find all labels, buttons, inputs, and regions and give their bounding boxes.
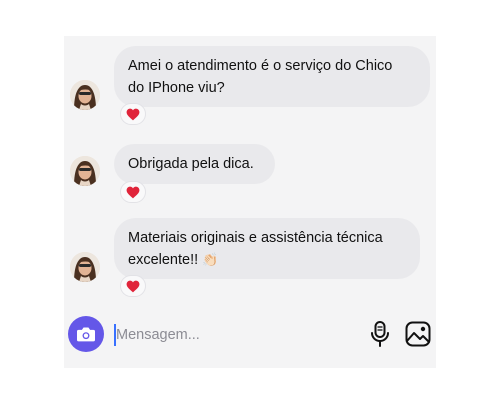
message-text-line: do IPhone viu? bbox=[128, 80, 225, 96]
avatar[interactable] bbox=[70, 252, 100, 282]
message-text-line: Obrigada pela dica. bbox=[128, 156, 254, 172]
message-text-line: Amei o atendimento é o serviço do Chico bbox=[128, 58, 393, 74]
image-gallery-icon bbox=[405, 321, 431, 347]
message-composer bbox=[64, 308, 436, 364]
message-text: excelente!! bbox=[128, 252, 199, 268]
avatar[interactable] bbox=[70, 156, 100, 186]
message-bubble[interactable]: Amei o atendimento é o serviço do Chico … bbox=[114, 46, 430, 107]
message-input[interactable] bbox=[114, 324, 346, 346]
reaction-badge[interactable] bbox=[120, 275, 146, 297]
reaction-badge[interactable] bbox=[120, 103, 146, 125]
microphone-button[interactable] bbox=[368, 320, 392, 348]
text-cursor bbox=[114, 324, 116, 346]
message-row: Obrigada pela dica. bbox=[64, 144, 436, 204]
gallery-button[interactable] bbox=[404, 320, 432, 348]
message-bubble[interactable]: Obrigada pela dica. bbox=[114, 144, 275, 184]
message-text-line: Materiais originais e assistência técnic… bbox=[128, 230, 383, 246]
camera-button[interactable] bbox=[68, 316, 104, 352]
reaction-badge[interactable] bbox=[120, 181, 146, 203]
microphone-icon bbox=[371, 321, 389, 347]
message-text-line: excelente!! 👏🏻 bbox=[128, 249, 406, 271]
heart-icon bbox=[126, 280, 140, 292]
chat-panel: Amei o atendimento é o serviço do Chico … bbox=[64, 36, 436, 368]
heart-icon bbox=[126, 108, 140, 120]
message-row: Materiais originais e assistência técnic… bbox=[64, 218, 436, 300]
heart-icon bbox=[126, 186, 140, 198]
avatar[interactable] bbox=[70, 80, 100, 110]
message-row: Amei o atendimento é o serviço do Chico … bbox=[64, 46, 436, 126]
clapping-hands-emoji: 👏🏻 bbox=[202, 252, 219, 267]
message-bubble[interactable]: Materiais originais e assistência técnic… bbox=[114, 218, 420, 279]
camera-icon bbox=[77, 327, 95, 342]
